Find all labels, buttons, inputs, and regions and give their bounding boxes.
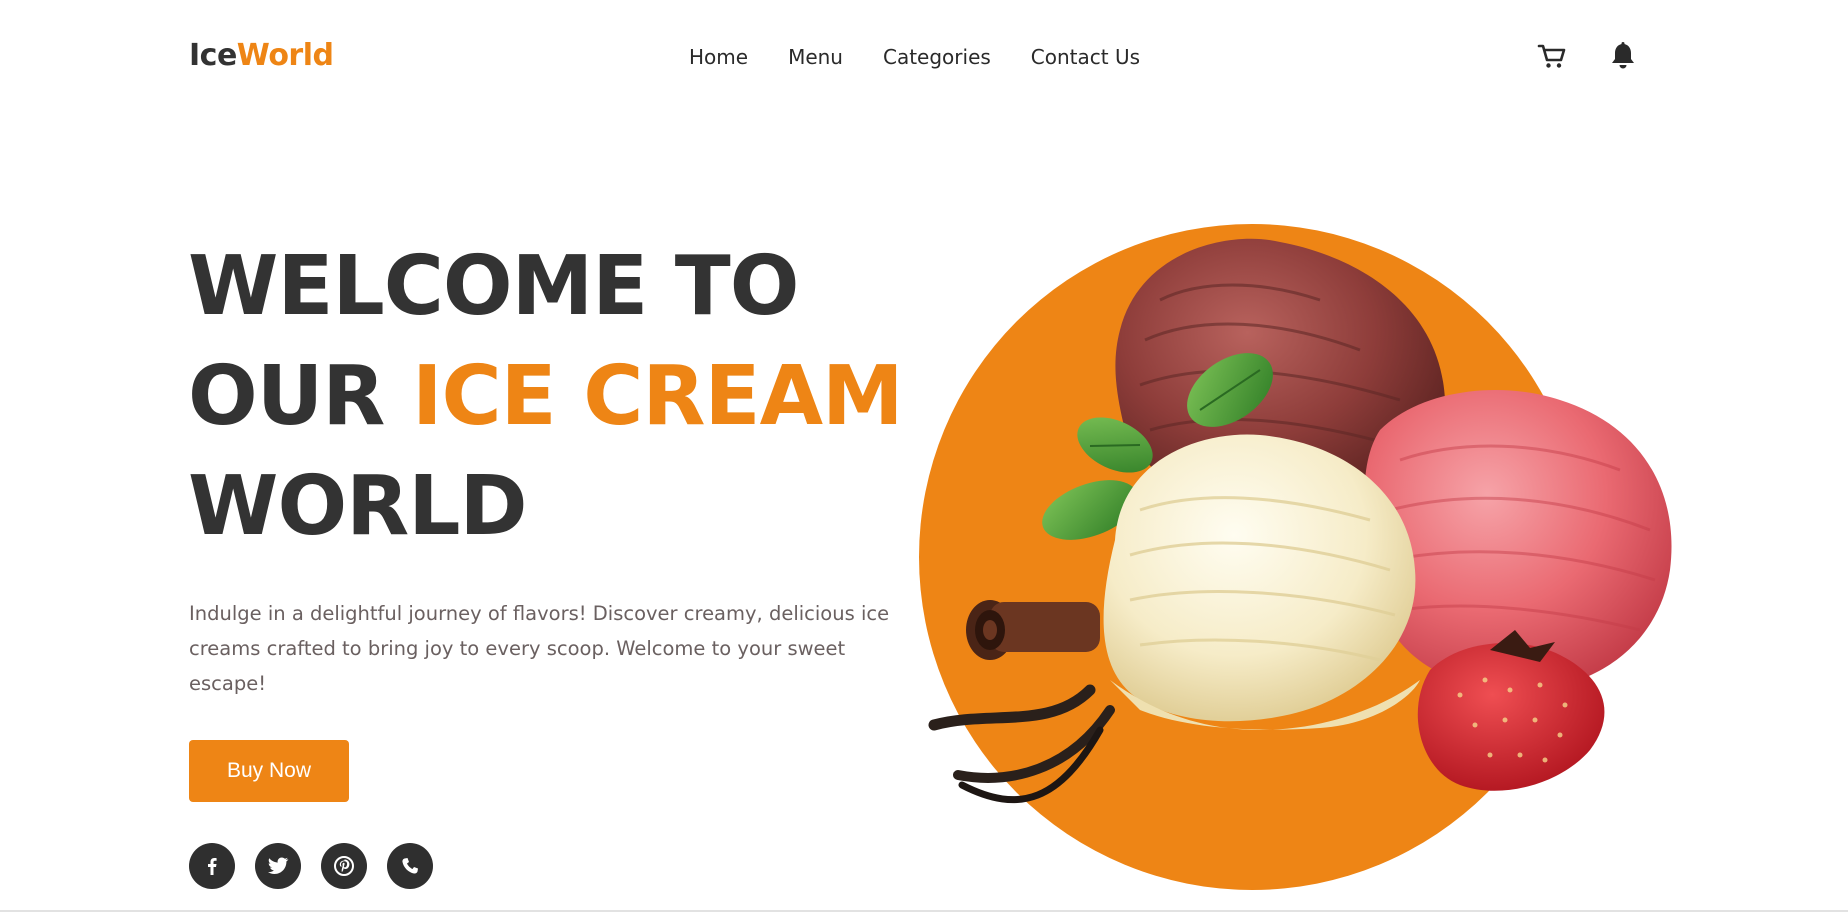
nav-link-home[interactable]: Home (689, 44, 748, 70)
hero-title-accent: ICE CREAM (411, 349, 904, 444)
facebook-icon[interactable] (189, 843, 235, 889)
main-nav: Home Menu Categories Contact Us (689, 44, 1140, 70)
hero-ice-cream-image (900, 210, 1780, 900)
brand-logo-part2: World (236, 38, 334, 73)
brand-logo[interactable]: IceWorld (189, 38, 334, 74)
nav-link-contact-us[interactable]: Contact Us (1031, 44, 1140, 70)
cart-icon[interactable] (1536, 40, 1568, 72)
social-links (189, 843, 433, 889)
bell-icon[interactable] (1607, 40, 1639, 72)
hero-title-line3: WORLD (188, 459, 528, 554)
phone-icon[interactable] (387, 843, 433, 889)
hero-description: Indulge in a delightful journey of flavo… (189, 602, 890, 695)
hero-title-line1: WELCOME TO (188, 239, 799, 334)
brand-logo-part1: Ice (189, 38, 237, 73)
hero-title: WELCOME TO OUR ICE CREAM WORLD (188, 232, 904, 562)
hero-title-line2-plain: OUR (188, 349, 412, 444)
twitter-icon[interactable] (255, 843, 301, 889)
nav-link-menu[interactable]: Menu (788, 44, 843, 70)
navbar: IceWorld Home Menu Categories Contact Us (0, 0, 1848, 112)
buy-now-button[interactable]: Buy Now (189, 740, 349, 802)
nav-link-categories[interactable]: Categories (883, 44, 991, 70)
pinterest-icon[interactable] (321, 843, 367, 889)
